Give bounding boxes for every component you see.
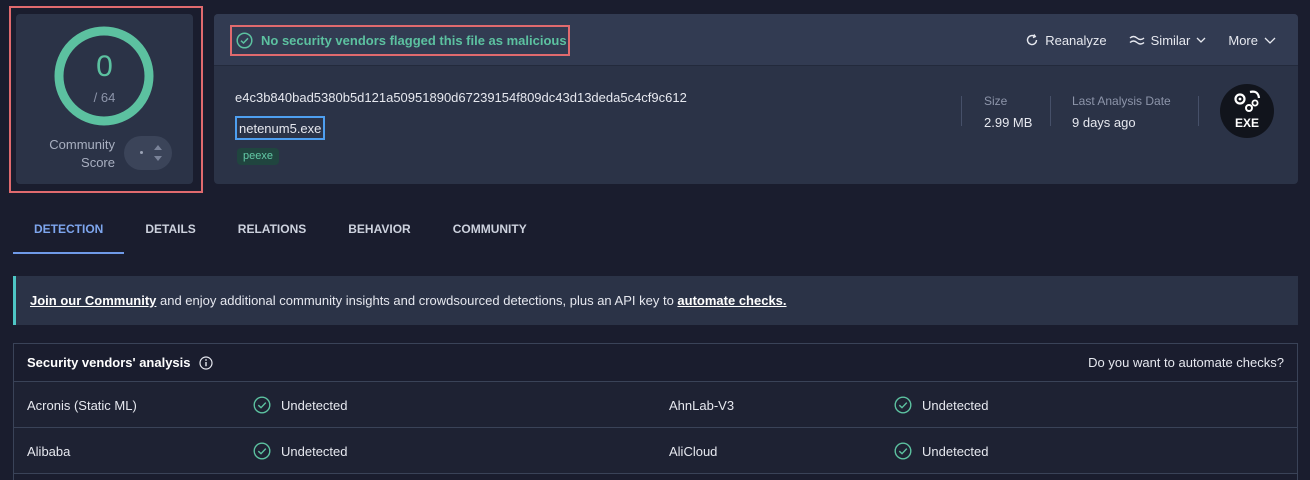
file-header-bar: No security vendors flagged this file as… [214,14,1298,66]
vote-dot-icon [140,151,143,154]
vendors-title: Security vendors' analysis [27,355,213,370]
size-value: 2.99 MB [984,115,1033,130]
reanalyze-label: Reanalyze [1045,32,1107,48]
similar-dropdown[interactable]: Similar [1129,33,1207,48]
community-vote-control[interactable] [124,136,172,170]
file-hash[interactable]: e4c3b840bad5380b5d121a50951890d67239154f… [235,90,687,105]
vendor-name: Alibaba [27,443,71,459]
banner-text: No security vendors flagged this file as… [261,32,567,48]
vendor-status: Undetected [894,428,989,474]
check-circle-icon [253,442,271,460]
chevron-down-icon [1196,37,1206,43]
size-label: Size [984,94,1008,108]
exe-icon-text: EXE [1234,116,1259,130]
vendors-table: Security vendors' analysis Do you want t… [13,343,1298,480]
community-score-card: 0 / 64 Community Score [16,14,193,184]
chevron-down-icon [1264,37,1276,44]
detection-total: / 64 [93,90,116,105]
check-circle-icon [894,396,912,414]
detection-banner: No security vendors flagged this file as… [232,26,571,54]
vendors-table-header: Security vendors' analysis Do you want t… [14,344,1297,382]
tab-community[interactable]: COMMUNITY [432,213,548,254]
join-community-link[interactable]: Join our Community [30,293,156,308]
tab-relations[interactable]: RELATIONS [217,213,327,254]
community-label-line2: Score [81,155,115,170]
tab-details[interactable]: DETAILS [124,213,216,254]
vendor-status-text: Undetected [281,397,348,413]
reanalyze-button[interactable]: Reanalyze [1025,32,1107,48]
table-row: Alibaba Undetected AliCloud Undetected [14,428,1297,474]
vendor-status: Undetected [253,428,348,474]
header-actions: Reanalyze Similar More [1025,14,1276,66]
info-icon[interactable] [198,355,213,370]
vendor-status-text: Undetected [281,443,348,459]
vendor-name: Acronis (Static ML) [27,397,137,413]
last-analysis-value: 9 days ago [1072,115,1136,130]
exe-file-type-icon: EXE [1220,84,1274,138]
check-circle-icon [236,31,253,49]
similar-label: Similar [1150,32,1191,48]
vendor-status-text: Undetected [922,397,989,413]
vendor-status-text: Undetected [922,443,989,459]
community-score-label: Community Score [49,136,115,172]
vendors-title-text: Security vendors' analysis [27,355,191,370]
file-info-card: No security vendors flagged this file as… [214,14,1298,184]
check-circle-icon [253,396,271,414]
community-label-line1: Community [49,137,115,152]
vendor-status: Undetected [894,382,989,428]
last-analysis-label: Last Analysis Date [1072,94,1171,108]
meta-divider [961,96,962,126]
approx-icon [1129,35,1145,45]
vendor-status: Undetected [253,382,348,428]
table-row: Acronis (Static ML) Undetected AhnLab-V3… [14,382,1297,428]
tab-behavior[interactable]: BEHAVIOR [327,213,431,254]
file-name[interactable]: netenum5.exe [235,116,326,140]
vote-down-icon[interactable] [154,156,162,161]
detection-score: 0 [96,50,113,83]
refresh-icon [1027,34,1038,46]
check-circle-icon [894,442,912,460]
meta-divider [1050,96,1051,126]
more-dropdown[interactable]: More [1228,33,1276,48]
community-notice: Join our Community and enjoy additional … [13,276,1298,325]
tab-bar: DETECTION DETAILS RELATIONS BEHAVIOR COM… [13,213,548,254]
file-tag[interactable]: peexe [237,148,279,165]
notice-text: and enjoy additional community insights … [156,293,678,308]
vendor-name: AhnLab-V3 [669,397,735,413]
vote-up-icon[interactable] [154,145,162,150]
meta-divider [1198,96,1199,126]
tab-detection[interactable]: DETECTION [13,213,125,254]
vendor-name: AliCloud [669,443,718,459]
automate-checks-link[interactable]: automate checks. [677,293,786,308]
automate-checks-prompt[interactable]: Do you want to automate checks? [1088,355,1284,370]
more-label: More [1228,32,1258,48]
gear-icon [1234,90,1261,112]
